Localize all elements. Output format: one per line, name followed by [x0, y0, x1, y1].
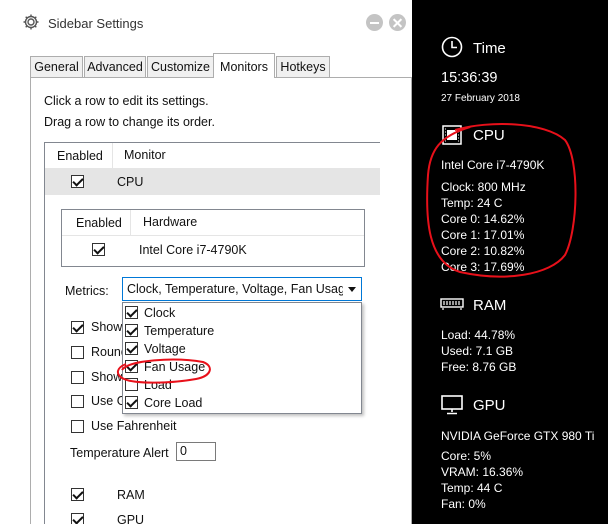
- ram-enabled-checkbox[interactable]: [71, 488, 84, 501]
- metrics-dropdown: Clock Temperature Voltage Fan Usage Load…: [122, 302, 362, 414]
- chevron-down-icon[interactable]: [348, 287, 356, 292]
- hw-enabled-column-header[interactable]: Enabled: [76, 216, 122, 230]
- dropdown-item-checkbox[interactable]: [125, 306, 138, 319]
- time-title: Time: [473, 40, 506, 57]
- dropdown-item-temperature[interactable]: Temperature: [123, 322, 361, 340]
- cpu-core-0: Core 0: 14.62%: [441, 212, 525, 226]
- option-checkbox[interactable]: [71, 346, 84, 359]
- gpu-core: Core: 5%: [441, 449, 492, 463]
- dropdown-item-checkbox[interactable]: [125, 360, 138, 373]
- hardware-name: Intel Core i7-4790K: [139, 243, 247, 257]
- hardware-row[interactable]: Intel Core i7-4790K: [62, 237, 364, 263]
- title-bar: Sidebar Settings: [0, 0, 412, 46]
- window-title: Sidebar Settings: [48, 16, 144, 31]
- ram-load: Load: 44.78%: [441, 328, 516, 342]
- temperature-alert-label: Temperature Alert: [70, 446, 169, 460]
- gpu-fan: Fan: 0%: [441, 497, 486, 511]
- metrics-label: Metrics:: [65, 284, 109, 298]
- dropdown-item-label: Voltage: [144, 342, 186, 356]
- monitor-row-gpu[interactable]: GPU: [45, 508, 380, 524]
- dropdown-item-label: Core Load: [144, 396, 203, 410]
- tab-monitors[interactable]: Monitors: [213, 53, 275, 78]
- hardware-table-header: Enabled Hardware: [62, 210, 364, 236]
- dropdown-item-label: Temperature: [144, 324, 215, 338]
- dropdown-item-checkbox[interactable]: [125, 378, 138, 391]
- dropdown-item-label: Clock: [144, 306, 176, 320]
- ram-free: Free: 8.76 GB: [441, 360, 517, 374]
- cpu-core-3: Core 3: 17.69%: [441, 260, 525, 274]
- scrollbar[interactable]: [380, 142, 388, 524]
- gpu-name: NVIDIA GeForce GTX 980 Ti: [441, 429, 595, 443]
- hint-drag: Drag a row to change its order.: [44, 115, 215, 129]
- hardware-table: Enabled Hardware Intel Core i7-4790K: [61, 209, 365, 267]
- gpu-vram: VRAM: 16.36%: [441, 465, 524, 479]
- tab-general[interactable]: General: [30, 56, 83, 77]
- tab-customize[interactable]: Customize: [147, 56, 214, 77]
- monitor-column-header[interactable]: Monitor: [112, 143, 166, 168]
- cpu-enabled-checkbox[interactable]: [71, 175, 84, 188]
- cpu-name: Intel Core i7-4790K: [441, 158, 545, 172]
- option-checkbox[interactable]: [71, 371, 84, 384]
- option-label: Show: [91, 370, 123, 384]
- ram-used: Used: 7.1 GB: [441, 344, 514, 358]
- gpu-enabled-checkbox[interactable]: [71, 513, 84, 524]
- ram-title: RAM: [473, 297, 507, 314]
- monitor-list: Enabled Monitor CPU Enabled Hardware Int…: [44, 142, 381, 524]
- tab-advanced[interactable]: Advanced: [84, 56, 146, 77]
- time-date: 27 February 2018: [441, 93, 520, 104]
- monitor-row-label: RAM: [117, 488, 145, 502]
- cpu-title: CPU: [473, 127, 505, 144]
- dropdown-item-core-load[interactable]: Core Load: [123, 394, 361, 412]
- hardware-enabled-checkbox[interactable]: [92, 243, 105, 256]
- dropdown-item-checkbox[interactable]: [125, 342, 138, 355]
- option-label: Show: [91, 320, 123, 334]
- gpu-title: GPU: [473, 397, 506, 414]
- dropdown-item-label: Fan Usage: [144, 360, 206, 374]
- dropdown-item-clock[interactable]: Clock: [123, 304, 361, 322]
- monitor-row-label: GPU: [117, 513, 145, 524]
- monitor-row-label: CPU: [117, 175, 144, 189]
- enabled-column-header[interactable]: Enabled: [57, 149, 103, 163]
- cpu-chip-icon: [442, 125, 462, 145]
- option-checkbox[interactable]: [71, 321, 84, 334]
- option-label: Use Fahrenheit: [91, 419, 177, 433]
- ram-module-icon: [440, 298, 464, 310]
- dropdown-item-checkbox[interactable]: [125, 324, 138, 337]
- dropdown-item-fan-usage[interactable]: Fan Usage: [123, 358, 361, 376]
- minimize-button[interactable]: [366, 14, 383, 31]
- option-checkbox[interactable]: [71, 420, 84, 433]
- metrics-combobox[interactable]: Clock, Temperature, Voltage, Fan Usage, …: [122, 277, 362, 301]
- monitor-list-header: Enabled Monitor: [45, 143, 380, 169]
- cpu-core-1: Core 1: 17.01%: [441, 228, 525, 242]
- monitor-row-ram[interactable]: RAM: [45, 483, 380, 507]
- clock-icon: [441, 36, 463, 58]
- settings-window: Sidebar Settings General Advanced Custom…: [0, 0, 412, 524]
- gear-icon: [23, 14, 39, 30]
- monitor-icon: [441, 395, 463, 415]
- hw-hardware-column-header[interactable]: Hardware: [130, 210, 197, 235]
- dropdown-item-voltage[interactable]: Voltage: [123, 340, 361, 358]
- cpu-temp: Temp: 24 C: [441, 196, 503, 210]
- hint-click: Click a row to edit its settings.: [44, 94, 209, 108]
- dropdown-item-checkbox[interactable]: [125, 396, 138, 409]
- monitor-row-cpu[interactable]: CPU: [45, 169, 380, 195]
- sidebar: Time 15:36:39 27 February 2018 CPU Intel…: [412, 0, 608, 524]
- cpu-core-2: Core 2: 10.82%: [441, 244, 525, 258]
- time-clock: 15:36:39: [441, 70, 498, 86]
- temperature-alert-input[interactable]: 0: [176, 442, 216, 461]
- close-button[interactable]: [389, 14, 406, 31]
- option-checkbox[interactable]: [71, 395, 84, 408]
- metrics-combobox-value: Clock, Temperature, Voltage, Fan Usage, …: [127, 282, 343, 296]
- dropdown-item-load[interactable]: Load: [123, 376, 361, 394]
- cpu-clock: Clock: 800 MHz: [441, 180, 526, 194]
- tab-hotkeys[interactable]: Hotkeys: [276, 56, 330, 77]
- gpu-temp: Temp: 44 C: [441, 481, 503, 495]
- dropdown-item-label: Load: [144, 378, 172, 392]
